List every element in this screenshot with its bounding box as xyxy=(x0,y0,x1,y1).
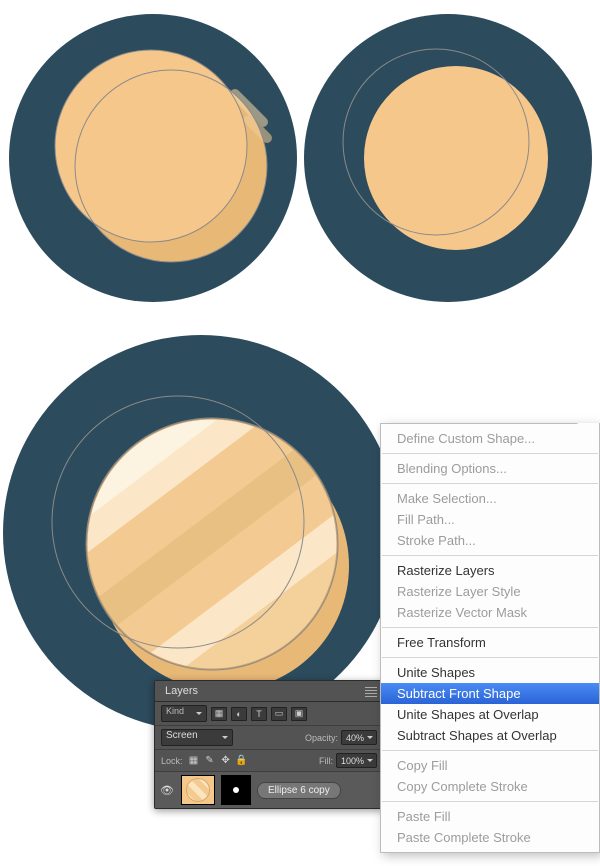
layer-thumbnail[interactable] xyxy=(181,775,215,805)
filter-pixel-icon[interactable]: ▦ xyxy=(211,707,227,721)
context-menu-item[interactable]: Subtract Front Shape xyxy=(381,683,599,704)
layer-mask-thumbnail[interactable] xyxy=(221,775,251,805)
lock-fill-row: Lock: ▦ ✎ ✥ 🔒 Fill: 100% xyxy=(155,750,383,772)
context-menu-item: Paste Fill xyxy=(381,806,599,827)
context-menu-item: Rasterize Vector Mask xyxy=(381,602,599,623)
fill-label: Fill: xyxy=(319,756,333,766)
kind-select[interactable]: Kind xyxy=(161,705,207,722)
context-menu-separator xyxy=(382,750,598,751)
context-menu: Define Custom Shape... Blending Options..… xyxy=(380,423,600,853)
panel-menu-icon[interactable] xyxy=(363,685,379,699)
layers-filter-row: Kind ▦ ◐ T ▭ ▣ xyxy=(155,702,383,726)
layers-panel-tab[interactable]: Layers xyxy=(155,681,383,702)
layers-panel: Layers Kind ▦ ◐ T ▭ ▣ Screen Opacity: 40… xyxy=(154,680,384,809)
context-menu-separator xyxy=(382,483,598,484)
context-menu-item[interactable]: Rasterize Layers xyxy=(381,560,599,581)
lock-pixels-icon[interactable]: ✎ xyxy=(203,754,217,768)
context-menu-item: Fill Path... xyxy=(381,509,599,530)
context-menu-item: Rasterize Layer Style xyxy=(381,581,599,602)
blend-opacity-row: Screen Opacity: 40% xyxy=(155,726,383,750)
top-illustration xyxy=(5,10,595,310)
layers-tab-label: Layers xyxy=(165,685,198,697)
context-menu-item[interactable]: Unite Shapes at Overlap xyxy=(381,704,599,725)
context-menu-separator xyxy=(382,657,598,658)
fill-value[interactable]: 100% xyxy=(336,753,377,768)
visibility-eye-icon[interactable]: 👁 xyxy=(159,784,175,797)
context-menu-item: Stroke Path... xyxy=(381,530,599,551)
lock-label: Lock: xyxy=(161,756,183,766)
context-menu-item: Paste Complete Stroke xyxy=(381,827,599,848)
context-menu-item[interactable]: Unite Shapes xyxy=(381,662,599,683)
lock-all-icon[interactable]: 🔒 xyxy=(235,754,249,768)
opacity-label: Opacity: xyxy=(305,733,338,743)
filter-shape-icon[interactable]: ▭ xyxy=(271,707,287,721)
context-menu-item: Blending Options... xyxy=(381,458,599,479)
context-menu-separator xyxy=(382,453,598,454)
context-menu-separator xyxy=(382,555,598,556)
lock-transparent-icon[interactable]: ▦ xyxy=(187,754,201,768)
context-menu-separator xyxy=(382,627,598,628)
layer-row[interactable]: 👁 Ellipse 6 copy xyxy=(155,772,383,808)
blend-mode-select[interactable]: Screen xyxy=(161,729,233,746)
lock-position-icon[interactable]: ✥ xyxy=(219,754,233,768)
layer-name-label[interactable]: Ellipse 6 copy xyxy=(257,782,341,799)
context-menu-item: Copy Fill xyxy=(381,755,599,776)
opacity-value[interactable]: 40% xyxy=(341,730,377,745)
context-menu-item: Define Custom Shape... xyxy=(381,428,599,449)
context-menu-separator xyxy=(382,801,598,802)
context-menu-item[interactable]: Free Transform xyxy=(381,632,599,653)
filter-type-icon[interactable]: T xyxy=(251,707,267,721)
filter-adjust-icon[interactable]: ◐ xyxy=(231,707,247,721)
filter-smart-icon[interactable]: ▣ xyxy=(291,707,307,721)
context-menu-item[interactable]: Subtract Shapes at Overlap xyxy=(381,725,599,746)
context-menu-item: Make Selection... xyxy=(381,488,599,509)
context-menu-item: Copy Complete Stroke xyxy=(381,776,599,797)
